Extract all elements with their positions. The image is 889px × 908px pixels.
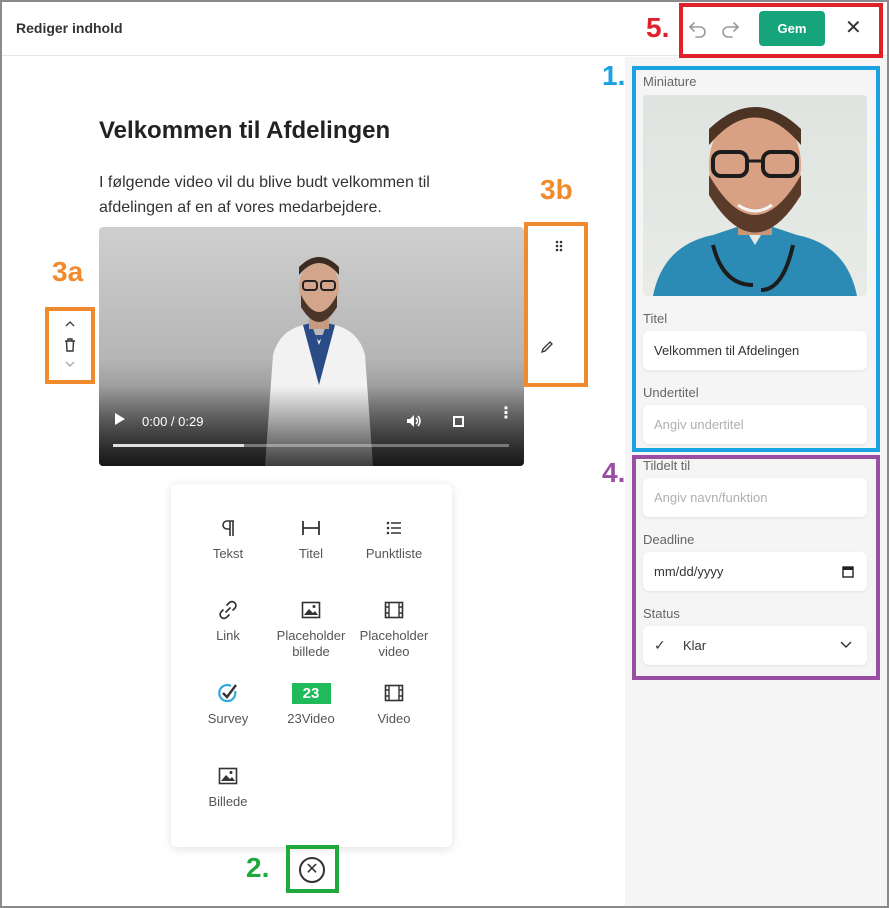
menu-item-link[interactable]: Link bbox=[183, 598, 273, 644]
annotation-label-2: 2. bbox=[246, 852, 270, 883]
menu-item-label: Link bbox=[216, 628, 240, 643]
deadline-value: mm/dd/yyyy bbox=[654, 564, 724, 579]
status-select[interactable]: ✓ Klar bbox=[643, 626, 867, 665]
move-down-icon[interactable] bbox=[64, 360, 76, 368]
subtitle-field[interactable]: Angiv undertitel bbox=[643, 405, 867, 444]
menu-item-label: Tekst bbox=[212, 546, 244, 561]
image-icon bbox=[301, 601, 321, 619]
thumbnail-label: Miniature bbox=[643, 74, 697, 89]
link-icon bbox=[219, 600, 237, 620]
page-title[interactable]: Velkommen til Afdelingen bbox=[99, 117, 390, 145]
menu-item-survey[interactable]: Survey bbox=[183, 681, 273, 727]
menu-item-label: Titel bbox=[298, 546, 324, 561]
close-menu-icon[interactable]: ✕ bbox=[299, 857, 325, 883]
video-progress-played bbox=[113, 444, 244, 447]
survey-check-icon bbox=[218, 684, 237, 703]
menu-item-label: Placeholder video bbox=[359, 628, 429, 659]
menu-item-label: Video bbox=[377, 711, 411, 726]
video-player[interactable]: 0:00 / 0:29 ⋮ bbox=[99, 227, 524, 466]
annotation-label-3b: 3b bbox=[540, 174, 573, 205]
annotation-box-3a bbox=[45, 307, 95, 384]
calendar-icon[interactable] bbox=[842, 565, 854, 578]
more-options-icon[interactable]: ⋮ bbox=[498, 406, 514, 422]
volume-icon[interactable] bbox=[406, 414, 422, 428]
annotation-label-5: 5. bbox=[646, 12, 670, 43]
menu-item-placeholder-video[interactable]: Placeholder video bbox=[349, 598, 439, 660]
insert-block-menu: Tekst Titel Punktliste Link Placeholder … bbox=[171, 484, 452, 847]
menu-item-tekst[interactable]: Tekst bbox=[183, 516, 273, 562]
editor-title: Rediger indhold bbox=[16, 20, 123, 36]
video-progress-track[interactable] bbox=[113, 444, 509, 447]
image-icon bbox=[218, 767, 238, 785]
annotation-box-5 bbox=[679, 3, 883, 58]
status-value: Klar bbox=[683, 638, 707, 653]
annotation-label-3a: 3a bbox=[52, 256, 84, 287]
title-field[interactable]: Velkommen til Afdelingen bbox=[643, 331, 867, 370]
menu-item-billede[interactable]: Billede bbox=[183, 764, 273, 810]
menu-item-label: 23Video bbox=[287, 711, 335, 726]
play-icon[interactable] bbox=[115, 413, 125, 425]
annotation-box-3b bbox=[524, 222, 588, 387]
edit-pencil-icon[interactable] bbox=[540, 340, 554, 354]
assigned-field[interactable]: Angiv navn/funktion bbox=[643, 478, 867, 517]
intro-text[interactable]: I følgende video vil du blive budt velko… bbox=[99, 170, 499, 220]
video-time: 0:00 / 0:29 bbox=[142, 414, 204, 429]
subtitle-label: Undertitel bbox=[643, 385, 699, 400]
drag-handle-icon[interactable] bbox=[555, 240, 563, 252]
menu-item-punktliste[interactable]: Punktliste bbox=[349, 516, 439, 562]
paragraph-icon bbox=[222, 520, 234, 536]
assigned-label: Tildelt til bbox=[643, 458, 691, 473]
deadline-label: Deadline bbox=[643, 532, 695, 547]
move-up-icon[interactable] bbox=[64, 320, 76, 328]
film-icon bbox=[384, 601, 404, 619]
annotation-label-1: 1. bbox=[602, 60, 626, 91]
23video-logo: 23 bbox=[291, 682, 331, 704]
menu-item-placeholder-billede[interactable]: Placeholder billede bbox=[266, 598, 356, 660]
fullscreen-icon[interactable] bbox=[453, 416, 464, 427]
menu-item-label: Survey bbox=[207, 711, 249, 726]
film-icon bbox=[384, 684, 404, 702]
annotation-box-2: ✕ bbox=[286, 845, 339, 893]
menu-item-titel[interactable]: Titel bbox=[266, 516, 356, 562]
menu-item-label: Placeholder billede bbox=[276, 628, 346, 659]
deadline-field[interactable]: mm/dd/yyyy bbox=[643, 552, 867, 591]
menu-item-label: Billede bbox=[208, 794, 248, 809]
menu-item-23video[interactable]: 23 23Video bbox=[266, 681, 356, 727]
heading-icon bbox=[302, 521, 320, 535]
trash-icon[interactable] bbox=[64, 338, 76, 352]
check-icon: ✓ bbox=[654, 637, 666, 653]
chevron-down-icon bbox=[840, 641, 852, 648]
bullet-list-icon bbox=[386, 521, 401, 535]
title-label: Titel bbox=[643, 311, 668, 326]
annotation-label-4: 4. bbox=[602, 457, 626, 488]
status-label: Status bbox=[643, 606, 680, 621]
thumbnail-image[interactable] bbox=[643, 95, 867, 296]
thumbnail-portrait bbox=[653, 107, 857, 296]
menu-item-label: Punktliste bbox=[365, 546, 423, 561]
menu-item-video[interactable]: Video bbox=[349, 681, 439, 727]
